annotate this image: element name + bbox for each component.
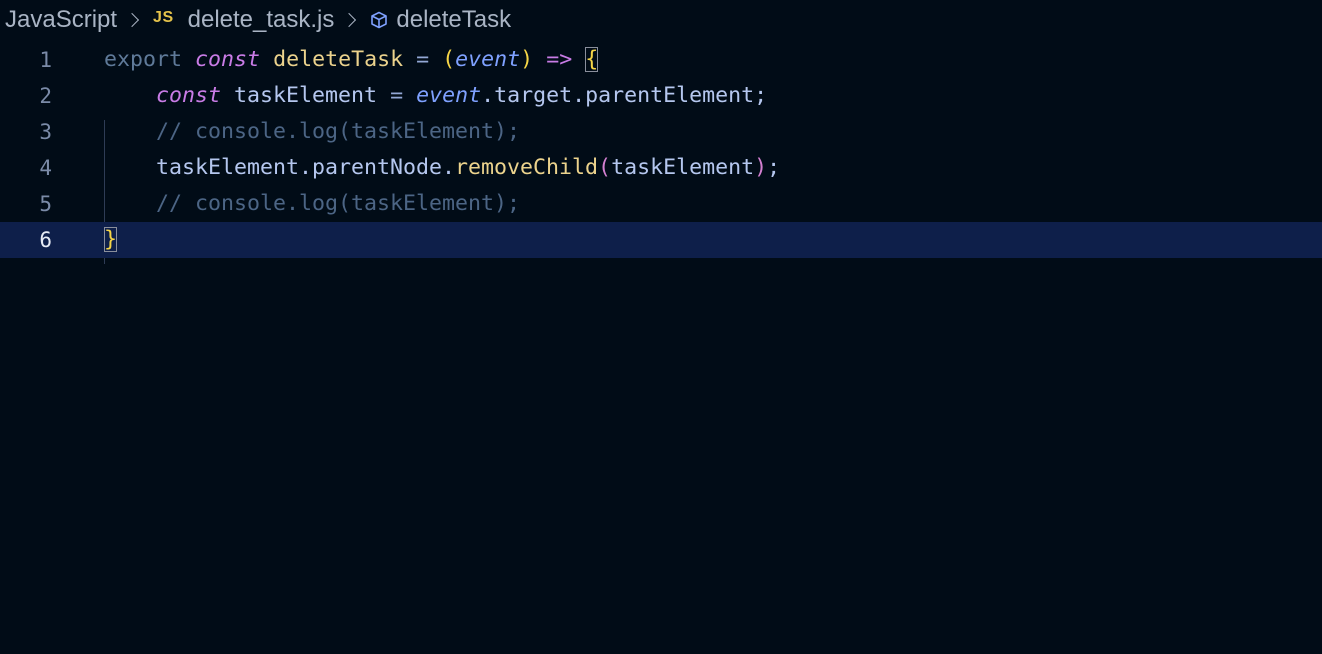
code-token: // console.log(taskElement); bbox=[156, 191, 521, 216]
chevron-right-icon bbox=[342, 12, 357, 28]
code-text: // console.log(taskElement); bbox=[104, 114, 520, 150]
code-token: ( bbox=[598, 155, 612, 180]
code-token: { bbox=[585, 47, 599, 72]
code-token: taskElement.parentNode. bbox=[156, 155, 456, 180]
code-token: taskElement bbox=[611, 155, 755, 180]
breadcrumb-file[interactable]: delete_task.js bbox=[188, 6, 335, 34]
code-editor[interactable]: 1 export const deleteTask = (event) => {2… bbox=[0, 42, 1322, 654]
breadcrumb-language[interactable]: JavaScript bbox=[5, 6, 117, 34]
code-text: export const deleteTask = (event) => { bbox=[104, 42, 599, 78]
code-token: event bbox=[455, 47, 521, 72]
code-token: event bbox=[416, 83, 482, 108]
javascript-file-icon: JS bbox=[153, 9, 174, 26]
code-token: => bbox=[546, 47, 573, 72]
chevron-right-icon bbox=[124, 12, 140, 28]
code-text: // console.log(taskElement); bbox=[104, 186, 520, 222]
code-token: const bbox=[156, 83, 222, 108]
code-line[interactable]: 6} bbox=[0, 222, 1322, 258]
code-token: ) bbox=[520, 47, 534, 72]
code-line[interactable]: 2 const taskElement = event.target.paren… bbox=[0, 78, 1322, 114]
code-text: taskElement.parentNode.removeChild(taskE… bbox=[104, 150, 780, 186]
line-number: 5 bbox=[39, 192, 52, 216]
code-token: removeChild bbox=[455, 155, 599, 180]
breadcrumb: JavaScript JS delete_task.js deleteTask bbox=[0, 0, 1322, 40]
code-line[interactable]: 5 // console.log(taskElement); bbox=[0, 186, 1322, 222]
code-line[interactable]: 3 // console.log(taskElement); bbox=[0, 114, 1322, 150]
line-number: 4 bbox=[39, 156, 52, 180]
code-token: export bbox=[104, 47, 183, 72]
code-token: = bbox=[390, 83, 404, 108]
code-line[interactable]: 4 taskElement.parentNode.removeChild(tas… bbox=[0, 150, 1322, 186]
line-number: 1 bbox=[39, 48, 52, 72]
code-token: = bbox=[416, 47, 430, 72]
code-token: ; bbox=[767, 155, 781, 180]
line-number: 3 bbox=[39, 120, 52, 144]
breadcrumb-symbol[interactable]: deleteTask bbox=[396, 6, 511, 34]
code-token: taskElement bbox=[234, 83, 378, 108]
code-token: const bbox=[195, 47, 261, 72]
code-token: // console.log(taskElement); bbox=[156, 119, 521, 144]
code-text: } bbox=[104, 222, 118, 258]
line-number: 2 bbox=[39, 84, 52, 108]
code-text: const taskElement = event.target.parentE… bbox=[104, 78, 767, 114]
code-token: ( bbox=[442, 47, 456, 72]
code-token: ) bbox=[754, 155, 768, 180]
code-token: } bbox=[104, 227, 118, 252]
code-token: deleteTask bbox=[273, 47, 404, 72]
code-token: .target.parentElement; bbox=[481, 83, 768, 108]
symbol-variable-icon bbox=[368, 9, 390, 31]
line-number: 6 bbox=[39, 228, 52, 252]
code-line[interactable]: 1 export const deleteTask = (event) => { bbox=[0, 42, 1322, 78]
